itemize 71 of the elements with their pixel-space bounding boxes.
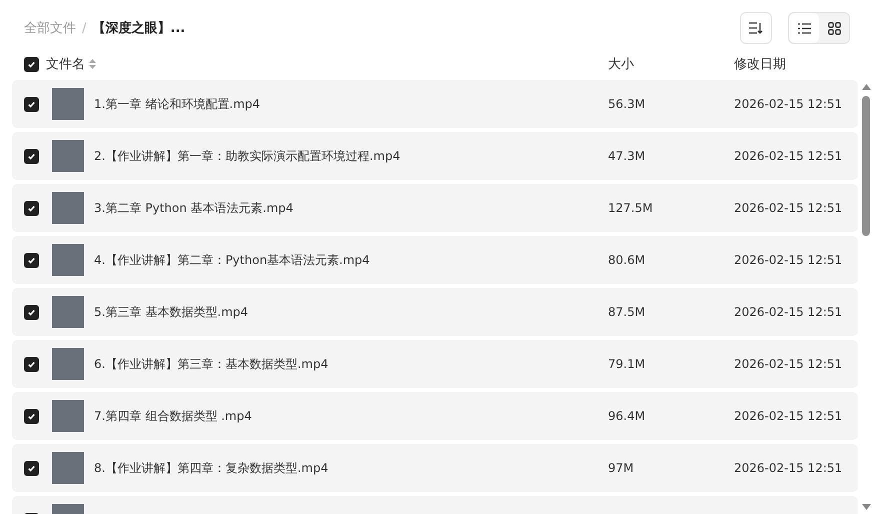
checkbox[interactable] (24, 200, 39, 216)
breadcrumb-item[interactable]: 【深度之眼】... (92, 19, 186, 37)
column-header[interactable]: 修改日期 (734, 55, 858, 73)
modified-date: 2026-02-15 12:51 (734, 201, 844, 215)
checkbox[interactable] (24, 56, 39, 72)
video-thumbnail (52, 348, 84, 380)
checkmark-icon (27, 464, 36, 472)
file-size: 127.5M (608, 201, 654, 215)
video-thumbnail (52, 400, 84, 432)
checkmark-icon (27, 152, 36, 160)
checkbox[interactable] (24, 96, 39, 112)
file-size: 79.1M (608, 357, 646, 371)
video-thumbnail (52, 296, 84, 328)
file-name: 1.第一章 绪论和环境配置.mp4 (94, 96, 262, 112)
scroll-down-icon[interactable] (862, 504, 870, 510)
checkmark-icon (27, 308, 36, 316)
modified-date: 2026-02-15 12:51 (734, 253, 844, 267)
file-name: 8.【作业讲解】第四章：复杂数据类型.mp4 (94, 460, 330, 476)
file-row[interactable]: 7.第四章 组合数据类型 .mp4 96.4M 2026-02-15 12:51 (12, 392, 858, 440)
checkmark-icon (27, 360, 36, 368)
file-row[interactable]: 6.【作业讲解】第三章：基本数据类型.mp4 79.1M 2026-02-15 12:51 (12, 340, 858, 388)
video-thumbnail (52, 192, 84, 224)
list-icon (798, 22, 810, 34)
breadcrumb-separator: / (82, 20, 86, 36)
file-name: 2.【作业讲解】第一章：助教实际演示配置环境过程.mp4 (94, 148, 402, 164)
file-size: 56.3M (608, 97, 646, 111)
file-size: 87.5M (608, 305, 646, 319)
checkmark-icon (27, 256, 36, 264)
video-thumbnail (52, 140, 84, 172)
sort-lines-icon (749, 22, 763, 34)
column-header[interactable]: 大小 (608, 55, 734, 73)
modified-date: 2026-02-15 12:51 (734, 97, 844, 111)
modified-date: 2026-02-15 12:51 (734, 305, 844, 319)
checkmark-icon (27, 100, 36, 108)
file-row[interactable]: 5.第三章 基本数据类型.mp4 87.5M 2026-02-15 12:51 (12, 288, 858, 336)
file-size: 47.3M (608, 149, 646, 163)
file-row[interactable]: 4.【作业讲解】第二章：Python基本语法元素.mp4 80.6M 2026-02-15 12:51 (12, 236, 858, 284)
file-row[interactable]: 8.【作业讲解】第四章：复杂数据类型.mp4 97M 2026-02-15 12:51 (12, 444, 858, 492)
file-name: 4.【作业讲解】第二章：Python基本语法元素.mp4 (94, 252, 371, 268)
scrollbar-thumb[interactable] (862, 96, 870, 236)
checkbox[interactable] (24, 460, 39, 476)
file-row[interactable]: 1.第一章 绪论和环境配置.mp4 56.3M 2026-02-15 12:51 (12, 80, 858, 128)
file-size: 97M (608, 461, 635, 475)
grid-icon (828, 22, 840, 34)
checkbox[interactable] (24, 252, 39, 268)
file-name: 3.第二章 Python 基本语法元素.mp4 (94, 200, 294, 216)
modified-date: 2026-02-15 12:51 (734, 461, 844, 475)
file-size: 96.4M (608, 409, 646, 423)
file-row[interactable]: 2.【作业讲解】第一章：助教实际演示配置环境过程.mp4 47.3M 2026-02-15 12:51 (12, 132, 858, 180)
column-header[interactable]: 文件名 (46, 55, 85, 73)
checkmark-icon (27, 204, 36, 212)
checkmark-icon (27, 412, 36, 420)
checkbox[interactable] (24, 408, 39, 424)
file-row[interactable]: 3.第二章 Python 基本语法元素.mp4 127.5M 2026-02-15 12:51 (12, 184, 858, 232)
checkbox[interactable] (24, 304, 39, 320)
checkbox[interactable] (24, 356, 39, 372)
file-name: 6.【作业讲解】第三章：基本数据类型.mp4 (94, 356, 330, 372)
scroll-up-icon[interactable] (862, 84, 870, 90)
modified-date: 2026-02-15 12:51 (734, 149, 844, 163)
modified-date: 2026-02-15 12:51 (734, 357, 844, 371)
checkmark-icon (27, 60, 36, 68)
checkbox[interactable] (24, 148, 39, 164)
file-size: 80.6M (608, 253, 646, 267)
sort-button[interactable] (740, 12, 772, 44)
file-name: 7.第四章 组合数据类型 .mp4 (94, 408, 253, 424)
modified-date: 2026-02-15 12:51 (734, 409, 844, 423)
video-thumbnail (52, 244, 84, 276)
video-thumbnail (52, 88, 84, 120)
video-thumbnail (52, 452, 84, 484)
file-name: 5.第三章 基本数据类型.mp4 (94, 304, 250, 320)
list-view-button[interactable] (789, 13, 819, 43)
